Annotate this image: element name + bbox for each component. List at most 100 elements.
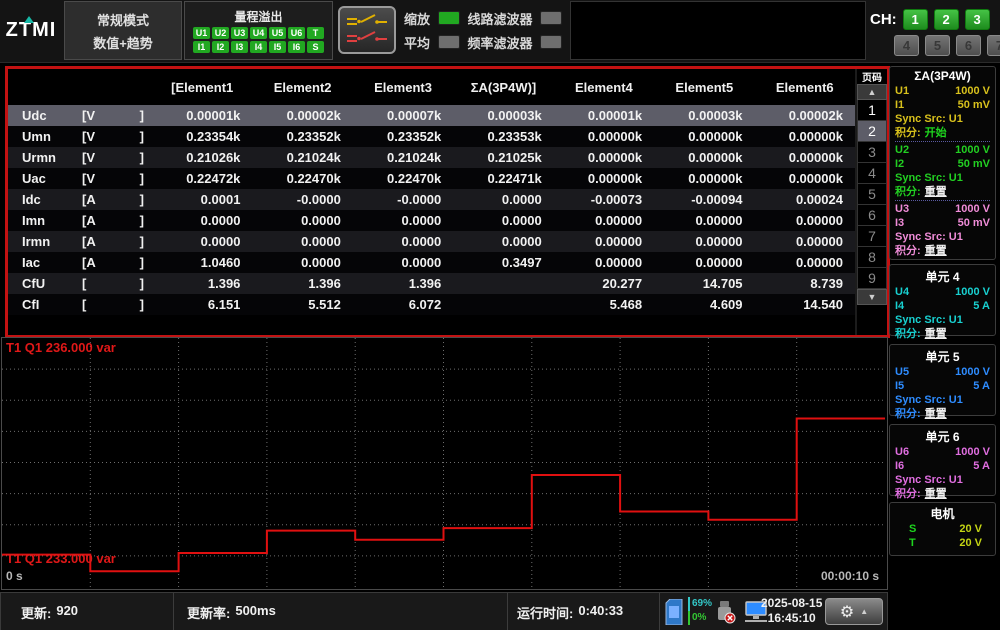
- cell-value: 5.512: [252, 297, 352, 312]
- cell-value: 0.0000: [453, 234, 553, 249]
- unit-close-bracket: ]: [140, 213, 144, 228]
- table-row[interactable]: CfU[]1.3961.3961.39620.27714.7058.739: [8, 273, 855, 294]
- cell-value: 0.00002k: [755, 108, 855, 123]
- page-number[interactable]: 5: [857, 184, 887, 205]
- page-number[interactable]: 6: [857, 205, 887, 226]
- current-row: I65 A: [895, 459, 990, 473]
- table-row[interactable]: Umn[V]0.23354k0.23352k0.23352k0.23353k0.…: [8, 126, 855, 147]
- range-badge: U1: [193, 27, 210, 39]
- unit-close-bracket: ]: [140, 129, 144, 144]
- page-number[interactable]: 2: [857, 121, 887, 142]
- unit-close-bracket: ]: [140, 192, 144, 207]
- average-indicator[interactable]: [438, 35, 460, 49]
- cell-value: 0.22470k: [252, 171, 352, 186]
- table-row[interactable]: Urmn[V]0.21026k0.21024k0.21024k0.21025k0…: [8, 147, 855, 168]
- cell-value: 0.00000: [654, 255, 754, 270]
- wiring-icon: [344, 11, 390, 49]
- settings-menu-button[interactable]: ⚙ ▲: [825, 598, 883, 625]
- voltage-row: U11000 V: [895, 84, 990, 98]
- voltage-value: 1000 V: [955, 445, 990, 459]
- current-label: I2: [895, 157, 904, 171]
- page-up-button[interactable]: ▲: [857, 84, 887, 100]
- zoom-indicator[interactable]: [438, 11, 460, 25]
- sync-source-value: Sync Src: U1: [895, 230, 963, 244]
- unit-box-title: 单元 4: [895, 268, 990, 285]
- sum-box-title: ΣA(3P4W): [895, 69, 990, 83]
- ch-button-disabled[interactable]: 6: [956, 35, 981, 56]
- integration-state: 开始: [925, 126, 947, 140]
- ch-button-disabled[interactable]: 7: [987, 35, 1000, 56]
- cell-value: 0.0000: [152, 234, 252, 249]
- unit-open-bracket: [A: [82, 192, 96, 207]
- current-value: 5 A: [973, 299, 990, 313]
- runtime: 运行时间: 0:40:33: [517, 603, 623, 622]
- integration-label: 积分:: [895, 244, 921, 258]
- current-label: I5: [895, 379, 904, 393]
- wiring-diagram-button[interactable]: [338, 6, 396, 54]
- line-filter-indicator[interactable]: [540, 11, 562, 25]
- display-mode-box[interactable]: 常规模式 数值+趋势: [64, 1, 182, 60]
- table-row[interactable]: Iac[A]1.04600.00000.00000.34970.000000.0…: [8, 252, 855, 273]
- page-number[interactable]: 8: [857, 247, 887, 268]
- page-number[interactable]: 3: [857, 142, 887, 163]
- unit-open-bracket: [: [82, 297, 86, 312]
- unit-open-bracket: [: [82, 276, 86, 291]
- unit-close-bracket: ]: [140, 150, 144, 165]
- cell-value: 0.00000k: [554, 129, 654, 144]
- cell-value: 0.00000k: [654, 150, 754, 165]
- unit-open-bracket: [A: [82, 234, 96, 249]
- integration-label: 积分:: [895, 407, 921, 421]
- table-row[interactable]: Irmn[A]0.00000.00000.00000.00000.000000.…: [8, 231, 855, 252]
- table-row[interactable]: Imn[A]0.00000.00000.00000.00000.000000.0…: [8, 210, 855, 231]
- ch-button[interactable]: 1: [903, 9, 928, 30]
- cell-value: 0.21026k: [152, 150, 252, 165]
- ch-button[interactable]: 2: [934, 9, 959, 30]
- table-row[interactable]: CfI[]6.1515.5126.0725.4684.60914.540: [8, 294, 855, 315]
- table-row[interactable]: Uac[V]0.22472k0.22470k0.22470k0.22471k0.…: [8, 168, 855, 189]
- row-unit: [V]: [80, 150, 152, 165]
- current-value: 50 mV: [958, 157, 990, 171]
- current-label: I4: [895, 299, 904, 313]
- statusbar-divider: [507, 593, 508, 630]
- page-number[interactable]: 4: [857, 163, 887, 184]
- page-number[interactable]: 7: [857, 226, 887, 247]
- freq-filter-indicator[interactable]: [540, 35, 562, 49]
- usb-disconnected-icon: [715, 600, 737, 624]
- integration-row: 积分:重置: [895, 407, 990, 421]
- update-count: 更新: 920: [21, 603, 78, 622]
- cell-value: 14.540: [755, 297, 855, 312]
- sidebar-unit-box: 单元 6U61000 VI65 ASync Src: U1积分:重置: [889, 424, 996, 496]
- sidebar-unit-box: 单元 4U41000 VI45 ASync Src: U1积分:重置: [889, 264, 996, 336]
- voltage-label: U4: [895, 285, 909, 299]
- range-overflow-panel: 量程溢出 U1U2U3U4U5U6T I1I2I3I4I5I6S: [184, 1, 333, 60]
- page-number[interactable]: 9: [857, 268, 887, 289]
- page-down-button[interactable]: ▼: [857, 289, 887, 305]
- current-label: I1: [895, 98, 904, 112]
- row-name: CfU: [8, 276, 80, 291]
- row-name: Urmn: [8, 150, 80, 165]
- row-name: Uac: [8, 171, 80, 186]
- table-row[interactable]: Udc[V]0.00001k0.00002k0.00007k0.00003k0.…: [8, 105, 855, 126]
- ch-button-disabled[interactable]: 4: [894, 35, 919, 56]
- storage-pct-top: 69%: [688, 597, 712, 611]
- unit-open-bracket: [V: [82, 108, 95, 123]
- cell-value: 0.23353k: [453, 129, 553, 144]
- unit-close-bracket: ]: [140, 276, 144, 291]
- channel-panel: CH: 123 4567: [868, 1, 999, 59]
- power-analyzer-screen: ZTMI 常规模式 数值+趋势 量程溢出 U1U2U3U4U5U6T I1I2I…: [0, 0, 1000, 630]
- range-badge: U6: [288, 27, 305, 39]
- integration-state: 重置: [925, 327, 947, 341]
- ch-button[interactable]: 3: [965, 9, 990, 30]
- chart-time-end-label: 00:00:10 s: [821, 569, 879, 583]
- cell-value: 0.21025k: [453, 150, 553, 165]
- table-row[interactable]: Idc[A]0.0001-0.0000-0.00000.0000-0.00073…: [8, 189, 855, 210]
- chart-upper-scale-label: T1 Q1 236.000 var: [6, 340, 116, 355]
- ch-button-disabled[interactable]: 5: [925, 35, 950, 56]
- cell-value: 0.00000k: [654, 171, 754, 186]
- cell-value: 0.0000: [353, 255, 453, 270]
- integration-row: 积分:重置: [895, 185, 990, 199]
- page-number[interactable]: 1: [857, 100, 887, 121]
- average-label: 平均: [404, 33, 434, 52]
- sync-source-value: Sync Src: U1: [895, 171, 963, 185]
- integration-state: 重置: [925, 185, 947, 199]
